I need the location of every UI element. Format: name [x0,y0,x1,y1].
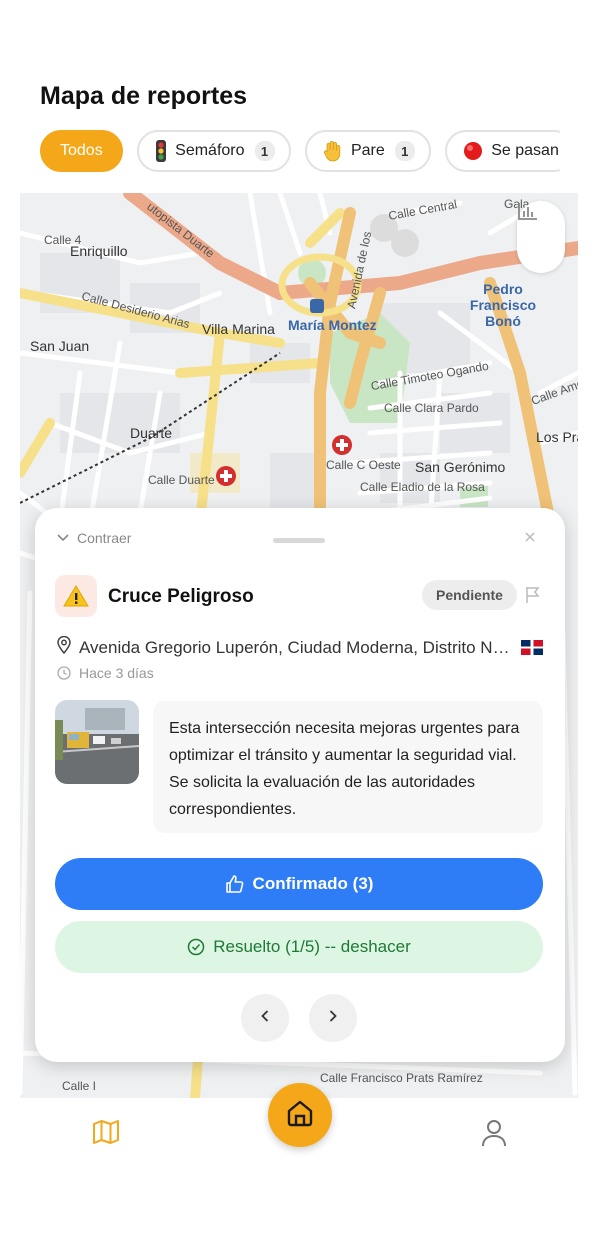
map-label: Villa Marina [202,321,275,337]
collapse-button[interactable]: Contraer [57,530,131,546]
red-circle-icon [463,141,483,161]
chip-label: Se pasan [491,142,559,159]
nav-profile-button[interactable] [480,1118,508,1153]
chip-label: Pare [350,142,385,159]
status-badge: Pendiente [422,580,517,610]
traffic-light-icon [155,140,167,162]
filter-chip-se-pasan[interactable]: Se pasan [445,130,560,172]
chevron-down-icon [57,534,69,542]
chip-count: 1 [394,141,415,161]
chevron-left-icon [261,1009,269,1027]
map-label: San Juan [30,338,90,354]
confirm-button[interactable]: Confirmado (3) [55,858,543,910]
map-label: Duarte [130,425,173,441]
map-label: Calle Eladio de la Rosa [360,480,485,494]
previous-report-button[interactable] [241,994,289,1042]
map-label: Calle Duarte [148,473,215,487]
stats-button[interactable] [517,201,565,273]
nav-map-button[interactable] [92,1118,120,1151]
raised-hand-icon [323,140,343,162]
map-label: San Gerónimo [415,459,506,475]
report-photo[interactable] [55,700,139,784]
next-report-button[interactable] [309,994,357,1042]
resolved-button[interactable]: Resuelto (1/5) -- deshacer [55,921,543,973]
report-time: Hace 3 días [57,665,154,681]
collapse-label: Contraer [77,530,132,546]
confirm-label: Confirmado (3) [252,874,374,893]
report-title: Cruce Peligroso [108,586,254,607]
page-title: Mapa de reportes [40,82,248,110]
filter-chips: Todos Semáforo 1 Pare 1 Se pasan [40,130,560,174]
map-label: María Montez [288,317,377,333]
thumbs-up-icon [225,874,245,894]
check-circle-icon [187,938,205,956]
flag-icon[interactable] [525,586,541,609]
map-label: Calle 4 [44,233,82,247]
bottom-navigation [0,1083,600,1178]
warning-icon [55,575,97,617]
resolved-label: Resuelto (1/5) -- deshacer [213,937,411,956]
home-button[interactable] [268,1083,332,1147]
location-pin-icon [57,635,71,659]
report-card: Contraer Cruce Peligroso Pendiente Aveni… [35,508,565,1062]
chip-label: Semáforo [175,142,245,159]
filter-chip-pare[interactable]: Pare 1 [304,130,431,172]
time-text: Hace 3 días [79,665,154,681]
report-address: Avenida Gregorio Luperón, Ciudad Moderna… [57,635,545,659]
map-label: Calle C Oeste [326,458,401,472]
report-description: Esta intersección necesita mejoras urgen… [153,701,543,833]
map-label: Calle I [62,1079,97,1093]
home-icon [285,1098,315,1133]
chip-label: Todos [60,142,103,159]
filter-chip-semaforo[interactable]: Semáforo 1 [137,130,291,172]
chevron-right-icon [329,1009,337,1027]
drag-handle[interactable] [273,538,325,543]
map-label: Los Pra [536,429,578,445]
map-label: Pedro Francisco Bonó [469,281,537,329]
clock-icon [57,666,71,680]
dominican-flag-icon [521,640,543,655]
map-label: Calle Francisco Prats Ramírez [320,1071,483,1085]
map-label: Calle Clara Pardo [384,401,479,415]
close-icon[interactable] [523,530,537,544]
address-text: Avenida Gregorio Luperón, Ciudad Moderna… [79,637,511,657]
user-icon [480,1120,508,1152]
filter-chip-todos[interactable]: Todos [40,130,123,172]
map-icon [92,1120,120,1150]
chip-count: 1 [254,141,275,161]
